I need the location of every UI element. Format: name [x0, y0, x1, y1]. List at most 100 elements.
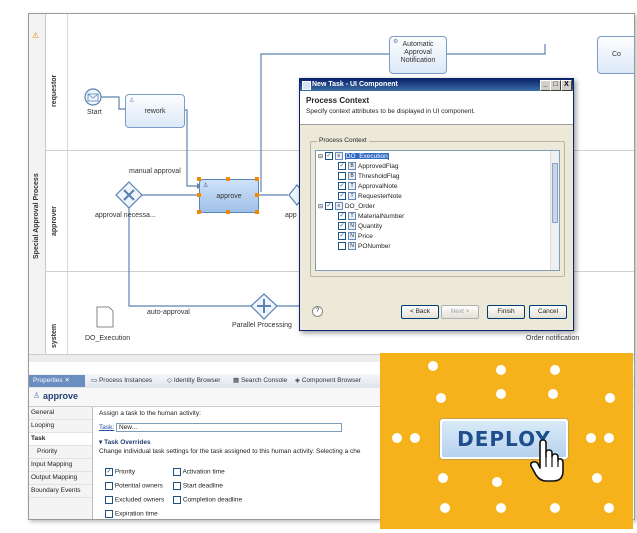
collapse-icon[interactable]: ⊟: [318, 154, 323, 160]
decor-dot: [605, 393, 615, 403]
top-right-task[interactable]: Co: [597, 36, 634, 74]
checkbox[interactable]: ✓: [338, 162, 346, 171]
selection-handle[interactable]: [197, 193, 201, 197]
side-tab-boundary-events[interactable]: Boundary Events: [29, 485, 92, 498]
tree-label: PONumber: [358, 243, 391, 250]
selection-handle[interactable]: [197, 177, 201, 181]
order-notification-label: Order notification: [526, 335, 580, 342]
approve-task[interactable]: ♙ approve: [199, 179, 259, 213]
tab-identity-browser[interactable]: ◇ Identity Browser: [167, 375, 220, 387]
tree-label: ApprovedFlag: [358, 163, 399, 170]
checkbox[interactable]: ✓: [324, 152, 333, 161]
scroll-thumb[interactable]: [552, 163, 558, 223]
side-tab-output-mapping[interactable]: Output Mapping: [29, 472, 92, 485]
tree-row[interactable]: B ThresholdFlag: [338, 172, 400, 182]
checkbox[interactable]: [338, 172, 346, 181]
checkbox[interactable]: ✓: [338, 212, 346, 221]
help-icon[interactable]: ?: [312, 306, 323, 317]
override-checkbox-expiration-time[interactable]: Expiration time: [105, 510, 158, 518]
tab-process-instances[interactable]: ▭ Process Instances: [91, 375, 152, 387]
tab-component-browser[interactable]: ◈ Component Browser: [295, 375, 361, 387]
decor-dot: [586, 433, 596, 443]
tree-row[interactable]: ✓ N Price: [338, 232, 373, 242]
edge-label-auto-approval: auto-approval: [147, 309, 190, 316]
tree-row[interactable]: ✓ T ApprovalNote: [338, 182, 397, 192]
rework-task[interactable]: ♙ rework: [125, 94, 185, 128]
checkbox[interactable]: ✓: [324, 202, 333, 211]
deploy-graphic: DEPLOY: [380, 353, 633, 529]
tree-scrollbar[interactable]: [550, 151, 559, 270]
dialog-title-bar[interactable]: New Task - UI Component _ □ X: [300, 79, 573, 91]
selection-handle[interactable]: [255, 210, 259, 214]
flow-notification-out: [434, 44, 546, 55]
checkbox[interactable]: ✓: [338, 182, 346, 191]
tree-row[interactable]: ✓ T RequesterNote: [338, 192, 402, 202]
finish-button[interactable]: Finish: [487, 305, 525, 319]
selection-handle[interactable]: [226, 177, 230, 181]
properties-title: approve: [43, 391, 79, 401]
close-icon[interactable]: ✕: [64, 377, 69, 384]
tree-row[interactable]: N PONumber: [338, 242, 391, 252]
context-tree[interactable]: ⊟ ✓ ≡ DO_Execution ✓ B ApprovedFlag B Thresho…: [315, 150, 560, 271]
side-tab-task[interactable]: Task: [29, 433, 92, 446]
decor-dot: [604, 433, 614, 443]
decor-dot: [496, 365, 506, 375]
selection-handle[interactable]: [255, 193, 259, 197]
tab-search-console[interactable]: ▦ Search Console: [233, 375, 287, 387]
start-event: [84, 88, 102, 106]
process-diagram-canvas[interactable]: ⚠ Special Approval Process requestor app…: [29, 14, 634, 362]
side-tab-input-mapping[interactable]: Input Mapping: [29, 459, 92, 472]
approve-task-label: approve: [216, 193, 242, 200]
tree-row[interactable]: ✓ T MaterialNumber: [338, 212, 404, 222]
back-button[interactable]: < Back: [401, 305, 439, 319]
tree-row[interactable]: ⊟ ✓ ≡ DO_Execution: [318, 152, 389, 162]
maximize-button[interactable]: □: [550, 80, 561, 91]
new-task-dialog: New Task - UI Component _ □ X Process Co…: [299, 78, 574, 331]
task-link[interactable]: Task:: [99, 424, 114, 431]
override-checkbox-potential-owners[interactable]: Potential owners: [105, 482, 163, 490]
decor-dot: [550, 365, 560, 375]
close-button[interactable]: X: [561, 80, 572, 91]
override-checkbox-start-deadline[interactable]: Start deadline: [173, 482, 223, 490]
hand-cursor-icon: [530, 439, 564, 482]
task-field[interactable]: New...: [115, 423, 342, 432]
app-icon: [302, 81, 311, 90]
override-checkbox-completion-deadline[interactable]: Completion deadline: [173, 496, 242, 504]
side-tab-priority[interactable]: Priority: [29, 446, 92, 459]
override-checkbox-excluded-owners[interactable]: Excluded owners: [105, 496, 164, 504]
decor-dot: [604, 503, 614, 513]
checkbox[interactable]: [338, 242, 346, 251]
cancel-button[interactable]: Cancel: [529, 305, 567, 319]
override-checkbox-priority[interactable]: ✓ Priority: [105, 468, 135, 476]
side-tab-general[interactable]: General: [29, 407, 92, 420]
checkbox[interactable]: ✓: [338, 192, 346, 201]
tree-label: Price: [358, 233, 373, 240]
next-button[interactable]: Next >: [441, 305, 479, 319]
tree-row[interactable]: ✓ N Quantity: [338, 222, 382, 232]
truncated-label: app: [285, 212, 297, 219]
collapse-icon[interactable]: ⊟: [318, 204, 323, 210]
checkbox[interactable]: ✓: [338, 222, 346, 231]
decor-dot: [438, 473, 448, 483]
selection-handle[interactable]: [197, 210, 201, 214]
rework-task-label: rework: [144, 108, 166, 115]
folder-icon: ≡: [334, 152, 343, 161]
checkbox[interactable]: ✓: [338, 232, 346, 241]
tree-row[interactable]: ✓ B ApprovedFlag: [338, 162, 398, 172]
tab-properties[interactable]: Properties ✕: [29, 375, 85, 387]
boolean-icon: B: [348, 162, 356, 171]
notification-task[interactable]: ⚙ Automatic Approval Notification: [389, 36, 447, 74]
tree-row[interactable]: ⊟ ✓ ≡ DO_Order: [318, 202, 375, 212]
text-icon: T: [348, 212, 356, 221]
selection-handle[interactable]: [255, 177, 259, 181]
process-context-group: Process Context ⊟ ✓ ≡ DO_Execution ✓ B Appro…: [310, 137, 565, 277]
do-execution-label: DO_Execution: [85, 335, 131, 342]
selection-handle[interactable]: [226, 210, 230, 214]
text-icon: T: [348, 182, 356, 191]
top-right-task-label: Co: [612, 51, 621, 58]
override-checkbox-activation-time[interactable]: Activation time: [173, 468, 225, 476]
dialog-title: New Task - UI Component: [312, 81, 398, 88]
tree-label: DO_Execution: [344, 153, 389, 160]
flow-auto-approval: [128, 206, 255, 307]
side-tab-looping[interactable]: Looping: [29, 420, 92, 433]
